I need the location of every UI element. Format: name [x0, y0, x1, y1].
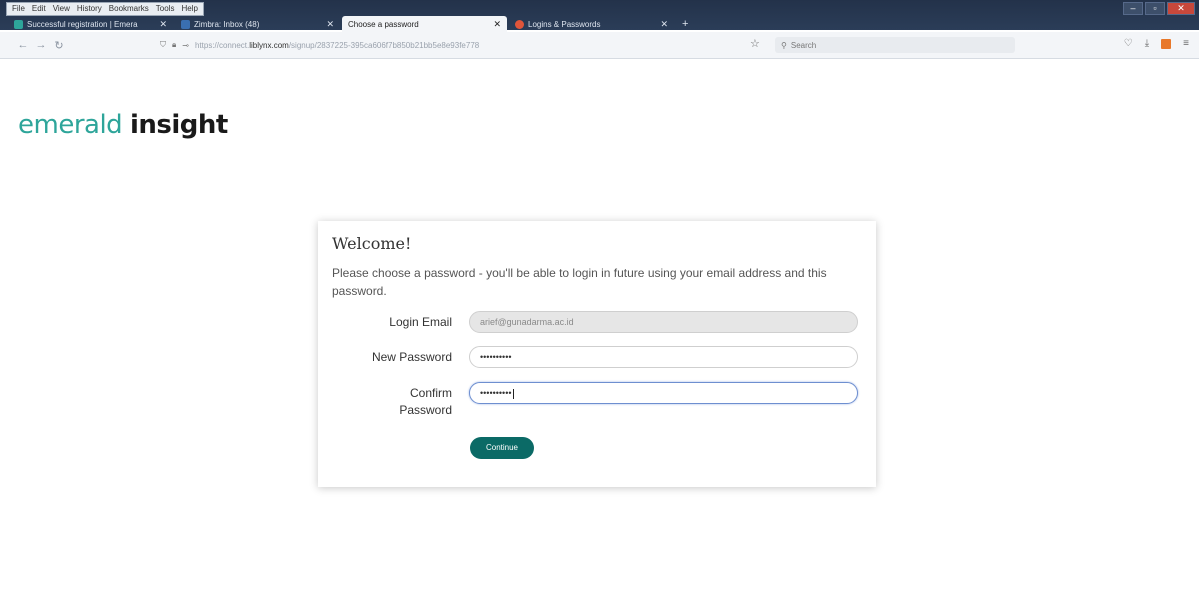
tab-logins-passwords[interactable]: Logins & Passwords ✕ [509, 16, 674, 32]
search-input[interactable]: ⚲ Search [775, 37, 1015, 53]
shield-icon: ⛉ [160, 40, 166, 49]
confirm-password-label: Confirm Password [399, 386, 452, 417]
hamburger-menu-icon[interactable]: ≡ [1183, 38, 1189, 49]
intro-text: Please choose a password - you'll be abl… [332, 266, 827, 298]
tab-successful-registration[interactable]: Successful registration | Emera ✕ [8, 16, 173, 32]
new-password-label: New Password [371, 350, 452, 364]
zimbra-favicon-icon [181, 19, 190, 29]
logins-favicon-icon [515, 19, 524, 29]
tab-title: Successful registration | Emera [27, 19, 138, 29]
tab-title: Logins & Passwords [528, 19, 601, 29]
welcome-heading: Welcome! [332, 234, 412, 253]
new-tab-button[interactable]: + [676, 16, 694, 32]
emerald-favicon-icon [14, 19, 23, 29]
search-placeholder: Search [790, 40, 817, 50]
login-email-field: arief@gunadarma.ac.id [469, 311, 858, 333]
tab-zimbra-inbox[interactable]: Zimbra: Inbox (48) ✕ [175, 16, 340, 32]
tab-title: Zimbra: Inbox (48) [194, 19, 260, 29]
new-password-field[interactable]: •••••••••• [469, 346, 858, 368]
permissions-icon: ⊸ [182, 40, 189, 50]
continue-button[interactable]: Continue [470, 437, 534, 459]
tab-title: Choose a password [348, 19, 419, 29]
reload-icon[interactable]: ↻ [50, 39, 68, 52]
lock-icon: 🔒︎ [172, 40, 177, 49]
url-text: https://connect.liblynx.com/signup/28372… [194, 40, 480, 50]
bookmark-star-icon[interactable]: ☆ [750, 37, 760, 50]
close-icon[interactable]: ✕ [660, 19, 668, 30]
text-caret [512, 388, 514, 399]
close-icon[interactable]: ✕ [493, 19, 501, 30]
close-icon[interactable]: ✕ [326, 19, 334, 30]
forward-icon[interactable]: → [32, 39, 50, 51]
confirm-password-field[interactable]: •••••••••• [469, 382, 858, 404]
tab-strip: Successful registration | Emera ✕ Zimbra… [0, 14, 1199, 32]
navigation-bar: ← → ↻ ⛉ 🔒︎ ⊸ https://connect.liblynx.com… [0, 32, 1199, 59]
close-icon[interactable]: ✕ [159, 19, 167, 30]
back-icon[interactable]: ← [14, 39, 32, 51]
pocket-icon[interactable]: ♡ [1124, 38, 1133, 49]
toolbar-icons: ♡ ⤓ ≡ [1124, 38, 1189, 49]
emerald-insight-logo[interactable]: emerald insight [18, 110, 228, 140]
login-email-label: Login Email [389, 315, 452, 329]
tab-choose-password[interactable]: Choose a password ✕ [342, 16, 507, 32]
extension-icon[interactable] [1161, 38, 1172, 49]
search-icon: ⚲ [781, 40, 787, 50]
downloads-icon[interactable]: ⤓ [1145, 38, 1149, 49]
choose-password-card: Welcome! Please choose a password - you'… [318, 221, 876, 487]
address-bar[interactable]: ⛉ 🔒︎ ⊸ https://connect.liblynx.com/signu… [160, 36, 770, 54]
